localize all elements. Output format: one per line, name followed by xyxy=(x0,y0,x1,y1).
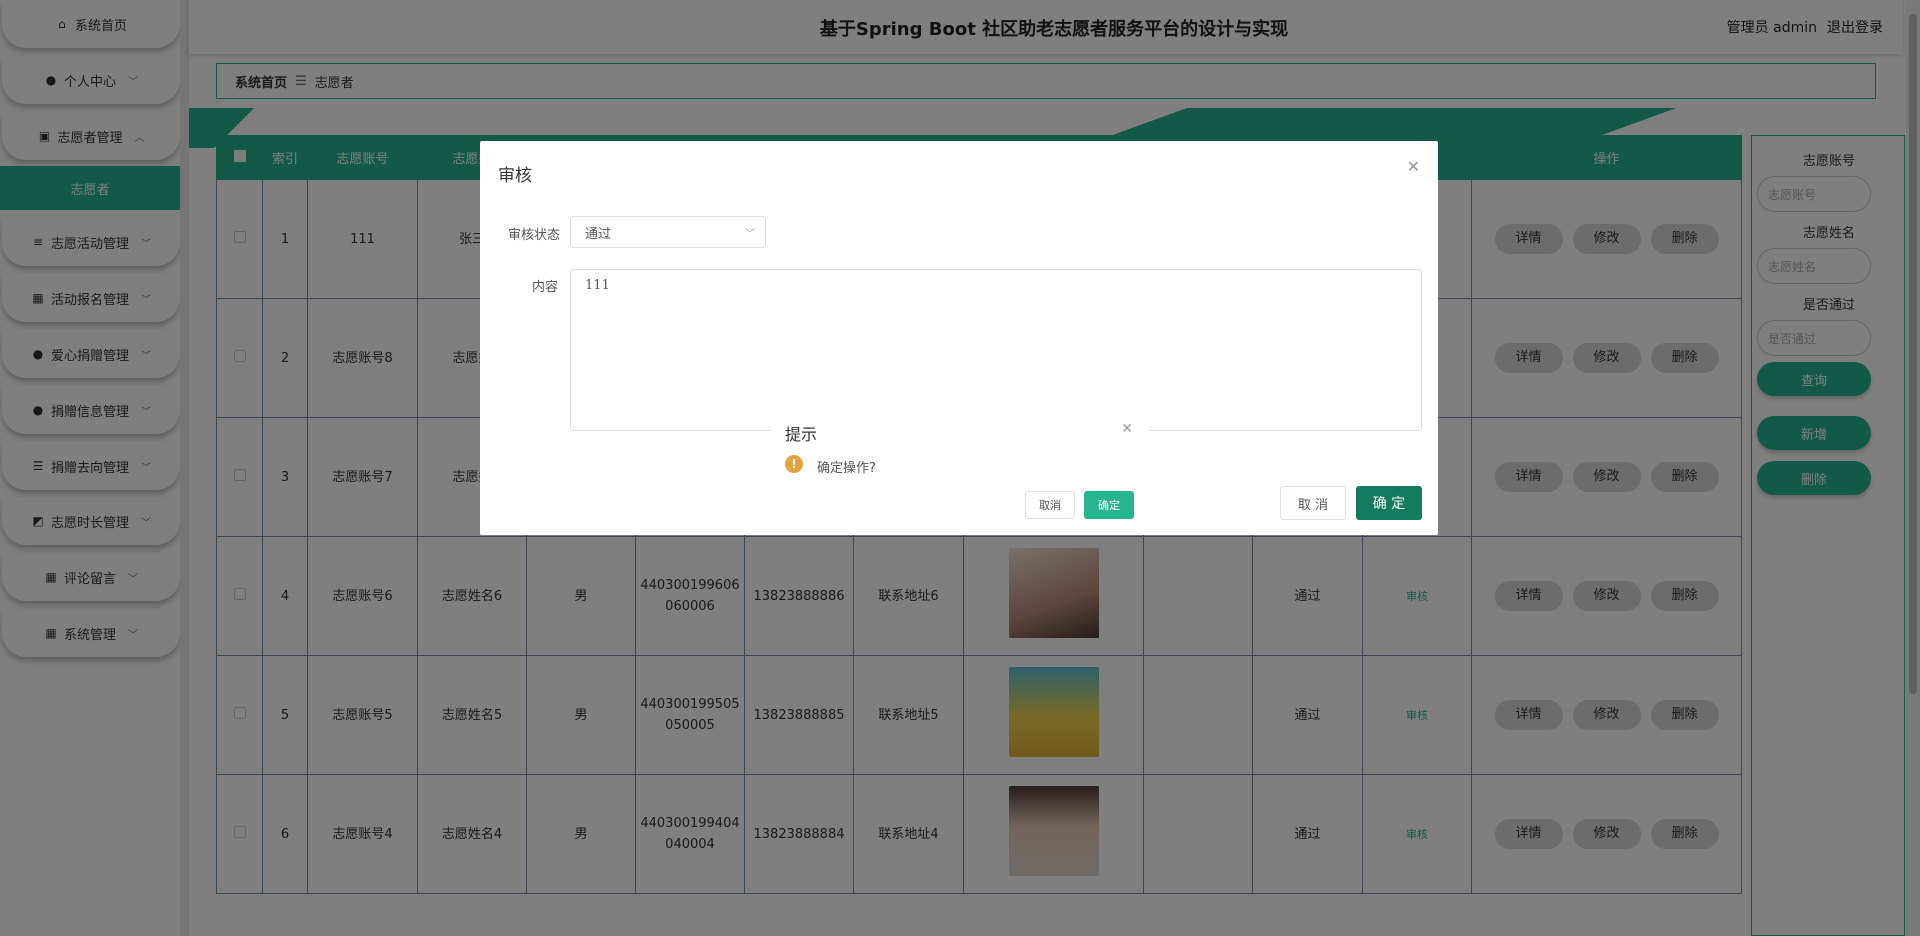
chevron-down-icon: ﹀ xyxy=(745,228,755,240)
warning-icon: ! xyxy=(785,455,803,473)
confirm-ok-button[interactable]: 确定 xyxy=(1084,491,1134,519)
audit-confirm-button[interactable]: 确 定 xyxy=(1356,486,1422,520)
content-label: 内容 xyxy=(532,280,559,295)
audit-status-select[interactable]: 通过 ﹀ xyxy=(570,216,766,248)
audit-dialog-title: 审核 xyxy=(498,166,532,186)
audit-status-label: 审核状态 xyxy=(508,228,561,243)
close-icon[interactable]: ✕ xyxy=(1407,157,1420,176)
audit-cancel-button[interactable]: 取 消 xyxy=(1280,486,1346,520)
confirm-dialog: 提示 ✕ ! 确定操作? 取消 确定 xyxy=(771,407,1149,529)
confirm-title: 提示 xyxy=(785,425,818,444)
close-icon[interactable]: ✕ xyxy=(1121,421,1133,437)
confirm-cancel-button[interactable]: 取消 xyxy=(1025,491,1075,519)
confirm-message: 确定操作? xyxy=(817,461,876,476)
